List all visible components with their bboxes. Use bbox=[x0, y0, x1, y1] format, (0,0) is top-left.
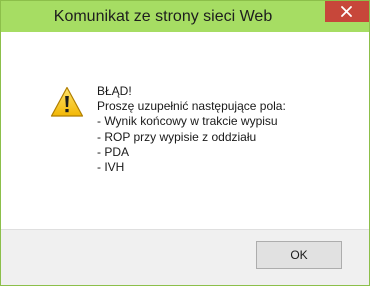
warning-triangle-icon bbox=[50, 86, 84, 117]
close-button[interactable] bbox=[325, 1, 369, 22]
message-line: - ROP przy wypisie z oddziału bbox=[97, 129, 257, 144]
message-line: - Wynik końcowy w trakcie wypisu bbox=[97, 114, 278, 129]
dialog-footer: OK bbox=[1, 229, 369, 285]
message-line: - IVH bbox=[97, 159, 125, 174]
dialog-titlebar[interactable]: Komunikat ze strony sieci Web bbox=[1, 1, 369, 32]
ok-button[interactable]: OK bbox=[256, 241, 342, 269]
alert-dialog: Komunikat ze strony sieci Web BŁĄD! Pros… bbox=[0, 0, 370, 286]
close-icon bbox=[341, 6, 352, 17]
dialog-message: BŁĄD! Proszę uzupełnić następujące pola:… bbox=[97, 84, 367, 175]
message-line: BŁĄD! bbox=[97, 84, 132, 98]
dialog-body: BŁĄD! Proszę uzupełnić następujące pola:… bbox=[1, 32, 369, 229]
message-line: - PDA bbox=[97, 144, 130, 159]
message-line: Proszę uzupełnić następujące pola: bbox=[97, 99, 286, 114]
dialog-title: Komunikat ze strony sieci Web bbox=[53, 8, 273, 25]
